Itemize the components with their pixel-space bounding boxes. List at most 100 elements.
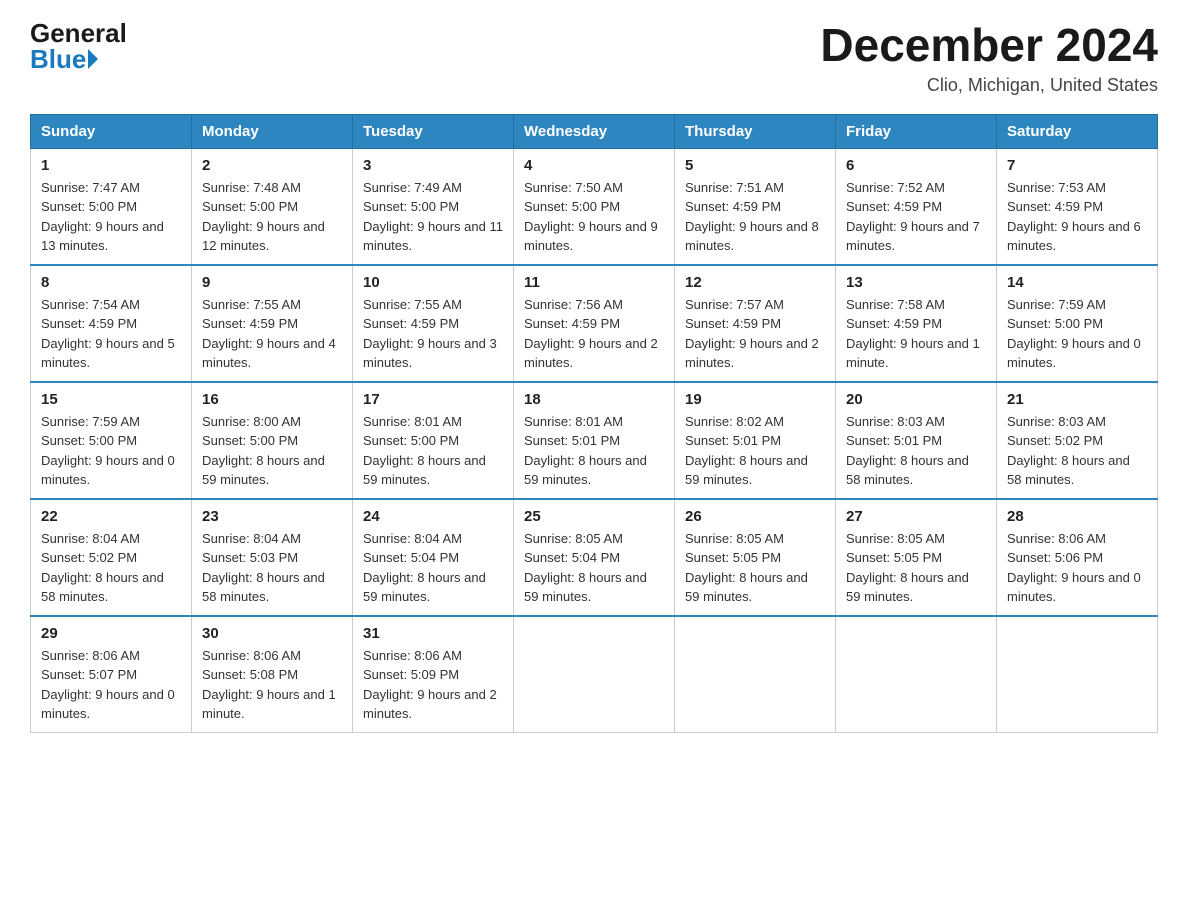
day-number: 12 bbox=[685, 274, 825, 291]
day-info: Sunrise: 8:00 AM Sunset: 5:00 PM Dayligh… bbox=[202, 412, 342, 490]
table-row: 9 Sunrise: 7:55 AM Sunset: 4:59 PM Dayli… bbox=[192, 265, 353, 382]
table-row: 13 Sunrise: 7:58 AM Sunset: 4:59 PM Dayl… bbox=[836, 265, 997, 382]
header-saturday: Saturday bbox=[997, 114, 1158, 148]
day-number: 20 bbox=[846, 391, 986, 408]
day-info: Sunrise: 8:05 AM Sunset: 5:05 PM Dayligh… bbox=[846, 529, 986, 607]
day-number: 18 bbox=[524, 391, 664, 408]
day-info: Sunrise: 7:53 AM Sunset: 4:59 PM Dayligh… bbox=[1007, 178, 1147, 256]
day-info: Sunrise: 7:50 AM Sunset: 5:00 PM Dayligh… bbox=[524, 178, 664, 256]
header-monday: Monday bbox=[192, 114, 353, 148]
day-info: Sunrise: 8:05 AM Sunset: 5:04 PM Dayligh… bbox=[524, 529, 664, 607]
day-number: 15 bbox=[41, 391, 181, 408]
table-row bbox=[997, 616, 1158, 733]
day-number: 17 bbox=[363, 391, 503, 408]
table-row: 19 Sunrise: 8:02 AM Sunset: 5:01 PM Dayl… bbox=[675, 382, 836, 499]
table-row: 18 Sunrise: 8:01 AM Sunset: 5:01 PM Dayl… bbox=[514, 382, 675, 499]
day-number: 16 bbox=[202, 391, 342, 408]
header-thursday: Thursday bbox=[675, 114, 836, 148]
calendar-week-row: 1 Sunrise: 7:47 AM Sunset: 5:00 PM Dayli… bbox=[31, 148, 1158, 265]
header-tuesday: Tuesday bbox=[353, 114, 514, 148]
day-info: Sunrise: 7:52 AM Sunset: 4:59 PM Dayligh… bbox=[846, 178, 986, 256]
table-row: 5 Sunrise: 7:51 AM Sunset: 4:59 PM Dayli… bbox=[675, 148, 836, 265]
day-number: 9 bbox=[202, 274, 342, 291]
day-info: Sunrise: 7:55 AM Sunset: 4:59 PM Dayligh… bbox=[202, 295, 342, 373]
table-row: 29 Sunrise: 8:06 AM Sunset: 5:07 PM Dayl… bbox=[31, 616, 192, 733]
day-number: 14 bbox=[1007, 274, 1147, 291]
day-info: Sunrise: 8:06 AM Sunset: 5:09 PM Dayligh… bbox=[363, 646, 503, 724]
table-row: 23 Sunrise: 8:04 AM Sunset: 5:03 PM Dayl… bbox=[192, 499, 353, 616]
day-number: 27 bbox=[846, 508, 986, 525]
table-row: 16 Sunrise: 8:00 AM Sunset: 5:00 PM Dayl… bbox=[192, 382, 353, 499]
table-row: 26 Sunrise: 8:05 AM Sunset: 5:05 PM Dayl… bbox=[675, 499, 836, 616]
table-row: 24 Sunrise: 8:04 AM Sunset: 5:04 PM Dayl… bbox=[353, 499, 514, 616]
table-row: 4 Sunrise: 7:50 AM Sunset: 5:00 PM Dayli… bbox=[514, 148, 675, 265]
day-number: 30 bbox=[202, 625, 342, 642]
day-number: 1 bbox=[41, 157, 181, 174]
day-info: Sunrise: 7:54 AM Sunset: 4:59 PM Dayligh… bbox=[41, 295, 181, 373]
day-number: 11 bbox=[524, 274, 664, 291]
calendar-week-row: 29 Sunrise: 8:06 AM Sunset: 5:07 PM Dayl… bbox=[31, 616, 1158, 733]
day-number: 25 bbox=[524, 508, 664, 525]
day-number: 3 bbox=[363, 157, 503, 174]
page-header: General Blue December 2024 Clio, Michiga… bbox=[30, 20, 1158, 96]
day-info: Sunrise: 8:03 AM Sunset: 5:02 PM Dayligh… bbox=[1007, 412, 1147, 490]
table-row: 25 Sunrise: 8:05 AM Sunset: 5:04 PM Dayl… bbox=[514, 499, 675, 616]
logo-general-text: General bbox=[30, 20, 127, 46]
table-row: 3 Sunrise: 7:49 AM Sunset: 5:00 PM Dayli… bbox=[353, 148, 514, 265]
logo-blue-text: Blue bbox=[30, 46, 98, 72]
page-title: December 2024 bbox=[820, 20, 1158, 71]
table-row: 27 Sunrise: 8:05 AM Sunset: 5:05 PM Dayl… bbox=[836, 499, 997, 616]
day-number: 29 bbox=[41, 625, 181, 642]
day-number: 31 bbox=[363, 625, 503, 642]
day-number: 23 bbox=[202, 508, 342, 525]
day-info: Sunrise: 7:56 AM Sunset: 4:59 PM Dayligh… bbox=[524, 295, 664, 373]
day-number: 10 bbox=[363, 274, 503, 291]
day-info: Sunrise: 7:51 AM Sunset: 4:59 PM Dayligh… bbox=[685, 178, 825, 256]
day-number: 5 bbox=[685, 157, 825, 174]
table-row: 22 Sunrise: 8:04 AM Sunset: 5:02 PM Dayl… bbox=[31, 499, 192, 616]
day-number: 8 bbox=[41, 274, 181, 291]
header-sunday: Sunday bbox=[31, 114, 192, 148]
logo: General Blue bbox=[30, 20, 127, 72]
day-info: Sunrise: 7:59 AM Sunset: 5:00 PM Dayligh… bbox=[41, 412, 181, 490]
table-row: 6 Sunrise: 7:52 AM Sunset: 4:59 PM Dayli… bbox=[836, 148, 997, 265]
day-number: 4 bbox=[524, 157, 664, 174]
day-info: Sunrise: 7:58 AM Sunset: 4:59 PM Dayligh… bbox=[846, 295, 986, 373]
day-number: 19 bbox=[685, 391, 825, 408]
day-info: Sunrise: 8:01 AM Sunset: 5:01 PM Dayligh… bbox=[524, 412, 664, 490]
day-info: Sunrise: 7:49 AM Sunset: 5:00 PM Dayligh… bbox=[363, 178, 503, 256]
day-number: 22 bbox=[41, 508, 181, 525]
calendar-header-row: Sunday Monday Tuesday Wednesday Thursday… bbox=[31, 114, 1158, 148]
day-info: Sunrise: 8:04 AM Sunset: 5:04 PM Dayligh… bbox=[363, 529, 503, 607]
table-row: 20 Sunrise: 8:03 AM Sunset: 5:01 PM Dayl… bbox=[836, 382, 997, 499]
day-info: Sunrise: 7:48 AM Sunset: 5:00 PM Dayligh… bbox=[202, 178, 342, 256]
day-info: Sunrise: 8:03 AM Sunset: 5:01 PM Dayligh… bbox=[846, 412, 986, 490]
day-number: 13 bbox=[846, 274, 986, 291]
day-info: Sunrise: 8:02 AM Sunset: 5:01 PM Dayligh… bbox=[685, 412, 825, 490]
title-block: December 2024 Clio, Michigan, United Sta… bbox=[820, 20, 1158, 96]
table-row: 11 Sunrise: 7:56 AM Sunset: 4:59 PM Dayl… bbox=[514, 265, 675, 382]
calendar-table: Sunday Monday Tuesday Wednesday Thursday… bbox=[30, 114, 1158, 733]
day-info: Sunrise: 8:01 AM Sunset: 5:00 PM Dayligh… bbox=[363, 412, 503, 490]
table-row bbox=[675, 616, 836, 733]
day-info: Sunrise: 8:04 AM Sunset: 5:02 PM Dayligh… bbox=[41, 529, 181, 607]
day-info: Sunrise: 8:04 AM Sunset: 5:03 PM Dayligh… bbox=[202, 529, 342, 607]
header-friday: Friday bbox=[836, 114, 997, 148]
day-info: Sunrise: 8:06 AM Sunset: 5:06 PM Dayligh… bbox=[1007, 529, 1147, 607]
table-row: 10 Sunrise: 7:55 AM Sunset: 4:59 PM Dayl… bbox=[353, 265, 514, 382]
day-info: Sunrise: 7:59 AM Sunset: 5:00 PM Dayligh… bbox=[1007, 295, 1147, 373]
calendar-week-row: 15 Sunrise: 7:59 AM Sunset: 5:00 PM Dayl… bbox=[31, 382, 1158, 499]
table-row: 7 Sunrise: 7:53 AM Sunset: 4:59 PM Dayli… bbox=[997, 148, 1158, 265]
day-number: 28 bbox=[1007, 508, 1147, 525]
logo-arrow-icon bbox=[88, 49, 98, 69]
day-info: Sunrise: 8:06 AM Sunset: 5:08 PM Dayligh… bbox=[202, 646, 342, 724]
day-number: 2 bbox=[202, 157, 342, 174]
day-info: Sunrise: 8:06 AM Sunset: 5:07 PM Dayligh… bbox=[41, 646, 181, 724]
calendar-week-row: 8 Sunrise: 7:54 AM Sunset: 4:59 PM Dayli… bbox=[31, 265, 1158, 382]
page-subtitle: Clio, Michigan, United States bbox=[820, 75, 1158, 96]
day-info: Sunrise: 7:57 AM Sunset: 4:59 PM Dayligh… bbox=[685, 295, 825, 373]
day-info: Sunrise: 7:55 AM Sunset: 4:59 PM Dayligh… bbox=[363, 295, 503, 373]
table-row: 28 Sunrise: 8:06 AM Sunset: 5:06 PM Dayl… bbox=[997, 499, 1158, 616]
table-row: 14 Sunrise: 7:59 AM Sunset: 5:00 PM Dayl… bbox=[997, 265, 1158, 382]
day-number: 24 bbox=[363, 508, 503, 525]
